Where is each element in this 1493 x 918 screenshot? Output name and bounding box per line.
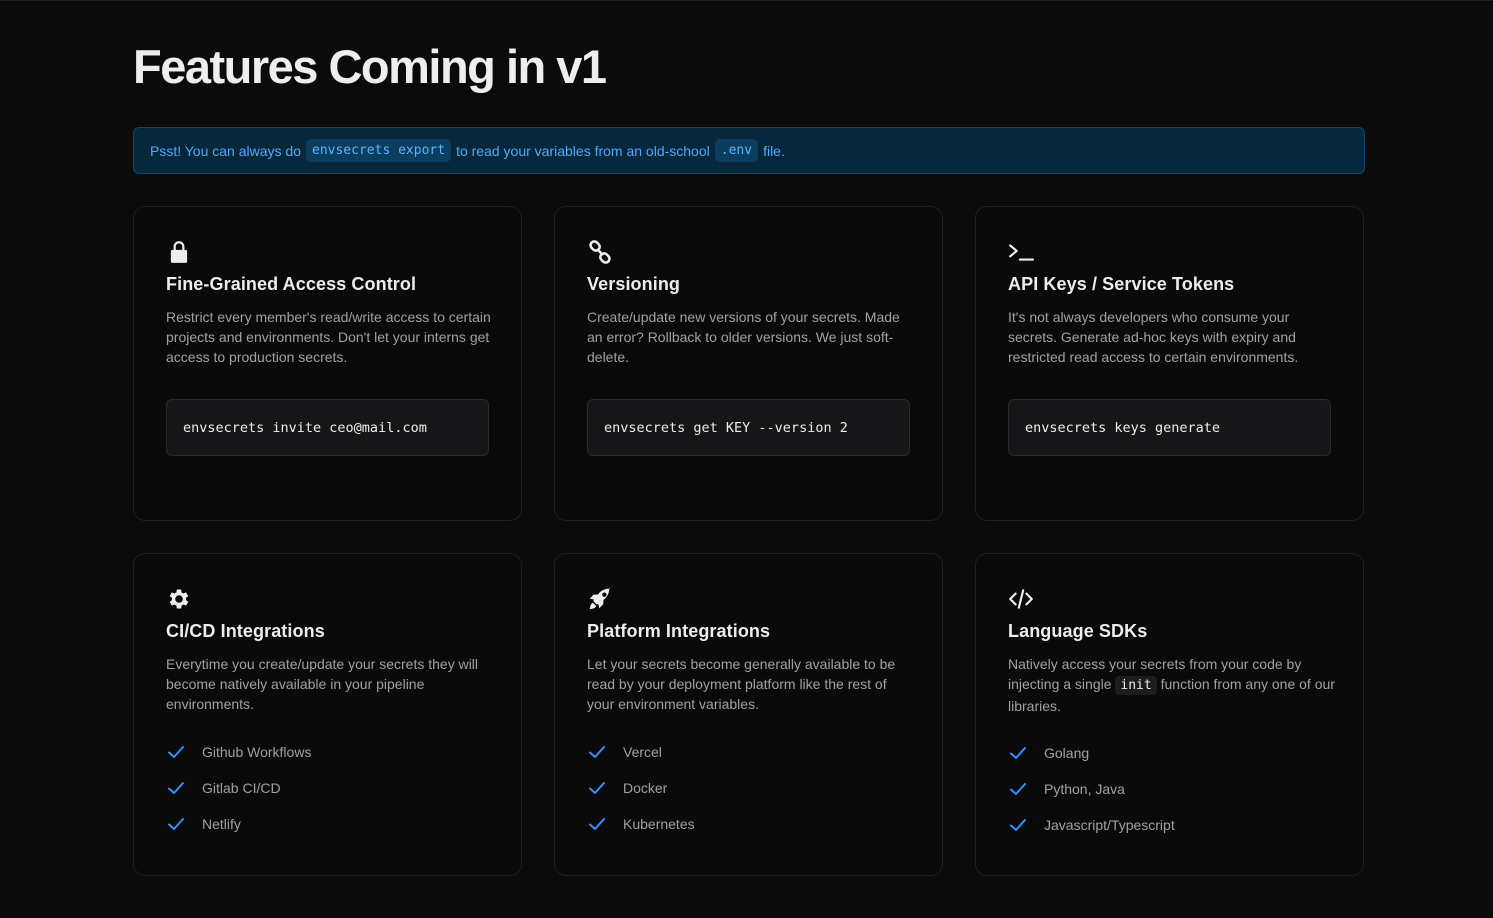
terminal-icon bbox=[1008, 239, 1034, 265]
check-icon bbox=[587, 814, 607, 834]
feature-card-api-keys: API Keys / Service Tokens It's not alway… bbox=[975, 206, 1364, 521]
feature-card-platform: Platform Integrations Let your secrets b… bbox=[554, 553, 943, 876]
list-item: Vercel bbox=[587, 734, 695, 770]
check-icon bbox=[166, 814, 186, 834]
check-icon bbox=[1008, 779, 1028, 799]
list-item-label: Vercel bbox=[623, 744, 662, 760]
list-item: Python, Java bbox=[1008, 771, 1175, 807]
check-icon bbox=[166, 742, 186, 762]
list-item: Gitlab CI/CD bbox=[166, 770, 311, 806]
banner-file-code: .env bbox=[714, 139, 759, 162]
lock-icon bbox=[166, 239, 192, 265]
banner-prefix: Psst! You can always do bbox=[150, 142, 301, 159]
link-icon bbox=[587, 239, 613, 265]
list-item: Netlify bbox=[166, 806, 311, 842]
list-item: Github Workflows bbox=[166, 734, 311, 770]
card-title: CI/CD Integrations bbox=[166, 621, 325, 641]
card-title: API Keys / Service Tokens bbox=[1008, 274, 1235, 294]
feature-card-cicd: CI/CD Integrations Everytime you create/… bbox=[133, 553, 522, 876]
gear-icon bbox=[166, 586, 192, 612]
card-description: Let your secrets become generally availa… bbox=[587, 656, 896, 712]
list-item-label: Golang bbox=[1044, 745, 1090, 761]
list-item-label: Javascript/Typescript bbox=[1044, 817, 1175, 833]
list-item-label: Gitlab CI/CD bbox=[202, 780, 281, 796]
banner-middle: to read your variables from an old-schoo… bbox=[456, 142, 710, 159]
banner-suffix: file. bbox=[763, 142, 785, 159]
card-description: Create/update new versions of your secre… bbox=[587, 309, 900, 365]
rocket-icon bbox=[587, 586, 613, 612]
feature-card-access-control: Fine-Grained Access Control Restrict eve… bbox=[133, 206, 522, 521]
card-description: Natively access your secrets from your c… bbox=[1008, 654, 1338, 716]
check-icon bbox=[587, 742, 607, 762]
list-item-label: Github Workflows bbox=[202, 744, 312, 760]
list-item: Kubernetes bbox=[587, 806, 695, 842]
list-item: Golang bbox=[1008, 735, 1175, 771]
features-page: Features Coming in v1 Psst! You can alwa… bbox=[0, 0, 1493, 918]
card-title: Fine-Grained Access Control bbox=[166, 274, 417, 294]
code-icon bbox=[1008, 586, 1034, 612]
list-item-label: Kubernetes bbox=[623, 816, 695, 832]
card-title: Versioning bbox=[587, 274, 681, 294]
list-item: Javascript/Typescript bbox=[1008, 807, 1175, 843]
feature-card-versioning: Versioning Create/update new versions of… bbox=[554, 206, 943, 521]
check-icon bbox=[1008, 815, 1028, 835]
command-snippet[interactable]: envsecrets invite ceo@mail.com bbox=[166, 399, 489, 456]
feature-card-sdks: Language SDKs Natively access your secre… bbox=[975, 553, 1364, 876]
check-icon bbox=[166, 778, 186, 798]
check-icon bbox=[1008, 743, 1028, 763]
card-title: Platform Integrations bbox=[587, 621, 771, 641]
check-icon bbox=[587, 778, 607, 798]
feature-checklist: Golang Python, Java Javascript/Typescrip… bbox=[1008, 735, 1175, 843]
page-title: Features Coming in v1 bbox=[133, 40, 607, 93]
feature-checklist: Github Workflows Gitlab CI/CD Netlify bbox=[166, 734, 311, 842]
command-snippet[interactable]: envsecrets keys generate bbox=[1008, 399, 1331, 456]
banner-command-code: envsecrets export bbox=[306, 139, 452, 162]
command-snippet[interactable]: envsecrets get KEY --version 2 bbox=[587, 399, 910, 456]
feature-checklist: Vercel Docker Kubernetes bbox=[587, 734, 695, 842]
list-item-label: Netlify bbox=[202, 816, 241, 832]
list-item-label: Docker bbox=[623, 780, 668, 796]
card-description: Everytime you create/update your secrets… bbox=[166, 656, 479, 712]
card-description: It's not always developers who consume y… bbox=[1008, 309, 1299, 365]
list-item: Docker bbox=[587, 770, 695, 806]
init-code: init bbox=[1115, 676, 1157, 695]
card-title: Language SDKs bbox=[1008, 621, 1148, 641]
tip-banner: Psst! You can always do envsecrets expor… bbox=[133, 127, 1365, 174]
card-description: Restrict every member's read/write acces… bbox=[166, 309, 491, 365]
list-item-label: Python, Java bbox=[1044, 781, 1125, 797]
